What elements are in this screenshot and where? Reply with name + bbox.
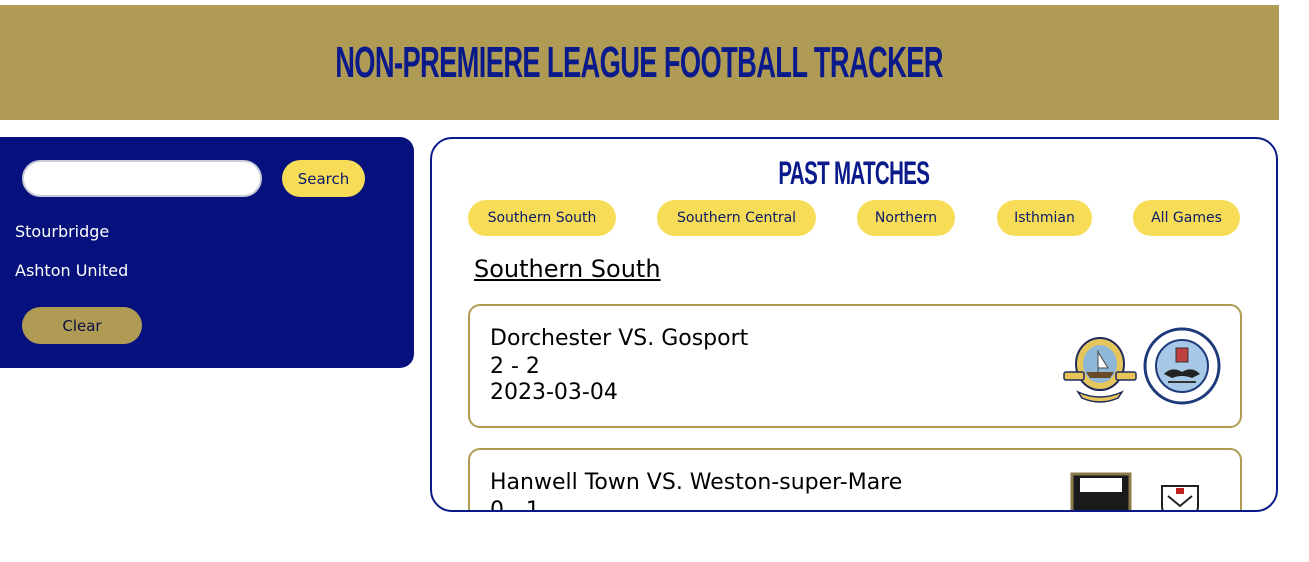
match-score: 2 - 2 xyxy=(490,354,540,379)
app-title: Non-Premiere League Football Tracker xyxy=(335,37,944,87)
filter-isthmian[interactable]: Isthmian xyxy=(997,200,1092,236)
panel-title-text: Past Matches xyxy=(778,155,930,191)
filter-southern-south[interactable]: Southern South xyxy=(468,200,616,236)
panel-title: Past Matches xyxy=(432,155,1276,192)
match-date: 2023-03-04 xyxy=(490,380,618,405)
dorchester-town-crest-icon xyxy=(1143,327,1221,405)
sidebar-team-stourbridge[interactable]: Stourbridge xyxy=(15,222,109,241)
app-header: Non-Premiere League Football Tracker xyxy=(0,5,1279,120)
search-input[interactable] xyxy=(22,160,262,197)
weston-super-mare-crest-icon xyxy=(1070,472,1132,510)
filter-all-games[interactable]: All Games xyxy=(1133,200,1240,236)
clear-button[interactable]: Clear xyxy=(22,307,142,344)
match-score: 0 - 1 xyxy=(490,498,540,512)
match-title: Dorchester VS. Gosport xyxy=(490,326,749,351)
search-button[interactable]: Search xyxy=(282,160,365,197)
hanwell-town-crest-icon xyxy=(1161,485,1199,510)
filter-southern-central[interactable]: Southern Central xyxy=(657,200,816,236)
match-card[interactable]: Dorchester VS. Gosport 2 - 2 2023-03-04 xyxy=(468,304,1242,428)
match-card[interactable]: Hanwell Town VS. Weston-super-Mare 0 - 1 xyxy=(468,448,1242,512)
section-heading: Southern South xyxy=(474,255,661,283)
sidebar-team-ashton-united[interactable]: Ashton United xyxy=(15,261,128,280)
match-title: Hanwell Town VS. Weston-super-Mare xyxy=(490,470,903,495)
past-matches-panel: Past Matches Southern South Southern Cen… xyxy=(430,137,1278,512)
filter-northern[interactable]: Northern xyxy=(857,200,955,236)
gosport-borough-crest-icon xyxy=(1063,337,1137,403)
